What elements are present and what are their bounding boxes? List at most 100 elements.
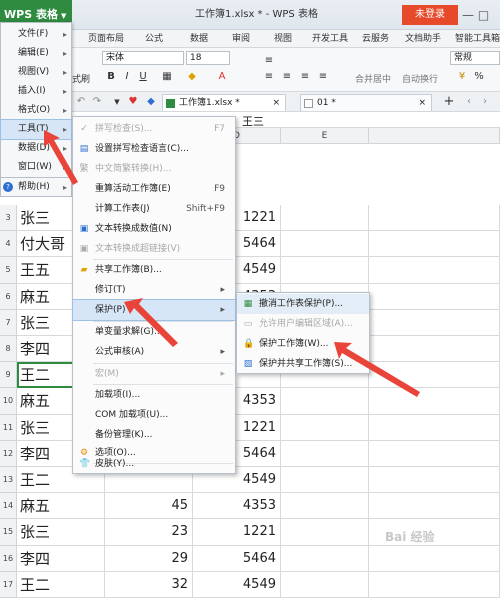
tab-view[interactable]: 视图 (274, 30, 292, 48)
tab-page-layout[interactable]: 页面布局 (88, 30, 124, 48)
align-center-icon[interactable]: ≡ (280, 70, 294, 84)
table-cell[interactable] (369, 493, 500, 520)
table-cell[interactable] (281, 205, 369, 232)
row-header[interactable]: 14 (0, 493, 17, 520)
column-header-e[interactable]: E (281, 128, 369, 144)
table-cell[interactable] (369, 571, 500, 598)
row-header[interactable]: 13 (0, 467, 17, 494)
table-cell[interactable]: 45 (105, 493, 193, 520)
tab-data[interactable]: 数据 (190, 30, 208, 48)
tab-review[interactable]: 审阅 (232, 30, 250, 48)
row-header[interactable]: 15 (0, 519, 17, 546)
table-cell[interactable] (281, 493, 369, 520)
align-top-icon[interactable]: ≡ (262, 54, 276, 68)
row-header[interactable]: 17 (0, 571, 17, 598)
tab-formulas[interactable]: 公式 (145, 30, 163, 48)
justify-icon[interactable]: ≡ (316, 70, 330, 84)
menu-item-backup[interactable]: 备份管理(K)... (73, 425, 235, 445)
table-cell[interactable]: 李四 (17, 545, 105, 572)
redo-icon[interactable]: ↷ (90, 95, 104, 109)
table-cell[interactable]: 4353 (193, 493, 281, 520)
row-header[interactable]: 16 (0, 545, 17, 572)
fill-color-icon[interactable]: ◆ (185, 70, 199, 84)
menu-item-format[interactable]: 格式(O) ▸ (1, 101, 71, 120)
menu-item-insert[interactable]: 插入(I) ▸ (1, 82, 71, 101)
align-left-icon[interactable]: ≡ (262, 70, 276, 84)
border-icon[interactable]: ▦ (160, 70, 174, 84)
row-header[interactable]: 10 (0, 388, 17, 415)
menu-item-skin[interactable]: 👕 皮肤(Y)... (73, 454, 235, 474)
row-header[interactable]: 7 (0, 309, 17, 336)
menu-item-share-workbook[interactable]: ▰ 共享工作簿(B)... (73, 260, 235, 280)
table-cell[interactable] (281, 414, 369, 441)
percent-icon[interactable]: % (472, 70, 486, 84)
menu-item-edit[interactable]: 编辑(E) ▸ (1, 44, 71, 63)
tab-smart-tools[interactable]: 智能工具箱 (455, 30, 500, 48)
table-cell[interactable] (369, 467, 500, 494)
tab-doc-assistant[interactable]: 文档助手 (405, 30, 441, 48)
tab-workbook1[interactable]: 工作簿1.xlsx * × (162, 94, 286, 111)
font-color-icon[interactable]: A (215, 70, 229, 84)
tab-01[interactable]: 01 * × (300, 94, 432, 111)
login-button[interactable]: 未登录 (402, 5, 458, 25)
undo-icon[interactable]: ↶ (74, 95, 88, 109)
table-cell[interactable]: 麻五 (17, 493, 105, 520)
table-cell[interactable]: 1221 (193, 519, 281, 546)
table-cell[interactable]: 王二 (17, 571, 105, 598)
table-cell[interactable] (281, 231, 369, 258)
table-cell[interactable] (369, 231, 500, 258)
table-cell[interactable]: 张三 (17, 519, 105, 546)
table-cell[interactable] (369, 388, 500, 415)
menu-item-protect-workbook[interactable]: 🔒 保护工作簿(W)... (237, 334, 369, 354)
menu-item-protect-share[interactable]: ▧ 保护并共享工作簿(S)... (237, 354, 369, 374)
row-header[interactable]: 8 (0, 336, 17, 363)
formula-input[interactable]: 王三 (242, 113, 264, 129)
table-cell[interactable] (281, 440, 369, 467)
row-header[interactable]: 5 (0, 257, 17, 284)
menu-item-text-to-link[interactable]: ▣ 文本转换成超链接(V) (73, 239, 235, 259)
table-cell[interactable]: 23 (105, 519, 193, 546)
table-cell[interactable] (369, 440, 500, 467)
table-cell[interactable] (369, 414, 500, 441)
table-cell[interactable] (281, 571, 369, 598)
number-format-select[interactable]: 常规 (450, 51, 500, 65)
add-tab-icon[interactable]: + (442, 95, 456, 109)
menu-item-view[interactable]: 视图(V) ▸ (1, 63, 71, 82)
menu-item-goal-seek[interactable]: 单变量求解(G)... (73, 322, 235, 342)
chevron-left-icon[interactable]: ‹ (462, 95, 476, 109)
menu-item-tools[interactable]: 工具(T) ▸ (0, 119, 72, 140)
row-header[interactable]: 3 (0, 205, 17, 232)
row-header[interactable]: 4 (0, 231, 17, 258)
table-cell[interactable] (369, 205, 500, 232)
format-painter-button[interactable]: 式刷 (72, 72, 90, 85)
bold-button[interactable]: B (104, 70, 118, 84)
minimize-icon[interactable]: — □ (462, 0, 500, 30)
table-cell[interactable] (281, 519, 369, 546)
cube-icon[interactable]: ◆ (144, 95, 158, 109)
merge-center-button[interactable]: 合并居中 (355, 72, 391, 85)
menu-item-calc-sheet[interactable]: 计算工作表(J) Shift+F9 (73, 199, 235, 219)
menu-item-spell-check[interactable]: ✓ 拼写检查(S)... F7 (73, 119, 235, 139)
tab-cloud[interactable]: 云服务 (362, 30, 389, 48)
row-header[interactable]: 12 (0, 440, 17, 467)
table-cell[interactable] (281, 467, 369, 494)
chevron-right-icon[interactable]: › (478, 95, 492, 109)
tab-developer[interactable]: 开发工具 (312, 30, 348, 48)
menu-item-allow-edit-ranges[interactable]: ▭ 允许用户编辑区域(A)... (237, 314, 369, 334)
row-header[interactable]: 9 (0, 362, 17, 389)
row-header[interactable]: 6 (0, 283, 17, 310)
chevron-down-icon[interactable]: ▼ (110, 95, 124, 109)
table-cell[interactable]: 32 (105, 571, 193, 598)
table-cell[interactable] (369, 283, 500, 310)
menu-item-spell-language[interactable]: ▤ 设置拼写检查语言(C)... (73, 139, 235, 159)
menu-item-chinese-convert[interactable]: 繁中文简繁转换(H)... (73, 159, 235, 179)
table-cell[interactable] (281, 388, 369, 415)
table-cell[interactable] (369, 336, 500, 363)
menu-item-file[interactable]: 文件(F) ▸ (1, 25, 71, 44)
menu-item-text-to-number[interactable]: ▣ 文本转换成数值(N) (73, 219, 235, 239)
font-size-select[interactable]: 18 (186, 51, 230, 65)
menu-item-com-addins[interactable]: COM 加载项(U)... (73, 405, 235, 425)
align-right-icon[interactable]: ≡ (298, 70, 312, 84)
table-cell[interactable] (369, 257, 500, 284)
wrap-text-button[interactable]: 自动换行 (402, 72, 438, 85)
